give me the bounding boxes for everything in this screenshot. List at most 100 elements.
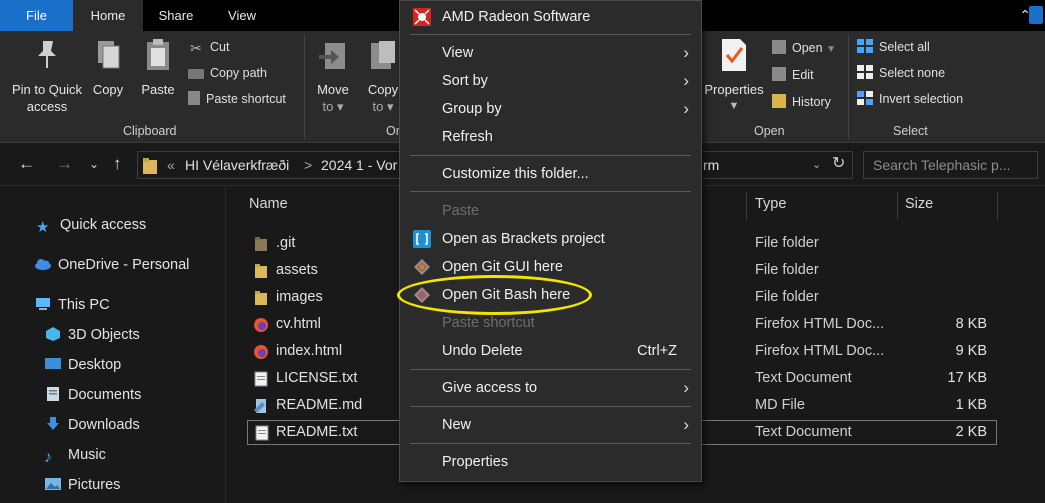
file-name: assets: [276, 262, 318, 278]
column-divider[interactable]: [997, 192, 998, 220]
select-all-label: Select all: [879, 40, 930, 54]
refresh-icon[interactable]: ↻: [832, 151, 845, 177]
menu-item-give-access[interactable]: Give access to ›: [400, 374, 701, 402]
cloud-icon: [35, 259, 51, 270]
select-none-button[interactable]: Select none: [857, 63, 945, 83]
file-type: Text Document: [755, 424, 852, 440]
invert-selection-button[interactable]: Invert selection: [857, 89, 963, 109]
properties-button[interactable]: Properties ▼: [702, 37, 766, 115]
firefox-icon: [254, 345, 268, 359]
select-group-label: Select: [893, 124, 928, 138]
paste-label: Paste: [141, 82, 175, 97]
file-name: cv.html: [276, 316, 321, 332]
pin-label-line2: access: [26, 99, 68, 114]
nav-music[interactable]: ♪ Music: [44, 444, 106, 466]
menu-item-label: Properties: [442, 454, 509, 470]
text-file-icon: [255, 425, 269, 441]
menu-item-label: Group by: [442, 101, 502, 117]
paste-shortcut-label: Paste shortcut: [206, 92, 286, 106]
menu-item-label: Open as Brackets project: [442, 231, 605, 247]
column-header-type[interactable]: Type: [755, 196, 786, 212]
move-to-button[interactable]: Move to ▾: [313, 37, 353, 115]
properties-dropdown-icon[interactable]: ▼: [702, 98, 766, 115]
menu-item-undo-delete[interactable]: Undo Delete Ctrl+Z: [400, 337, 701, 365]
clipboard-group-label: Clipboard: [123, 124, 177, 138]
nav-this-pc[interactable]: This PC: [34, 294, 110, 316]
edit-label: Edit: [792, 68, 814, 82]
tab-share[interactable]: Share: [143, 0, 209, 31]
copy-button[interactable]: Copy: [88, 37, 128, 98]
md-file-icon: [254, 399, 266, 413]
tab-home[interactable]: Home: [73, 0, 143, 31]
menu-item-view[interactable]: View ›: [400, 39, 701, 67]
select-none-icon: [857, 65, 873, 79]
menu-separator: [410, 443, 691, 444]
paste-icon: [147, 39, 169, 70]
nav-quick-access[interactable]: ★ Quick access: [36, 214, 146, 236]
nav-3d-objects[interactable]: 3D Objects: [44, 324, 140, 346]
nav-documents[interactable]: Documents: [44, 384, 141, 406]
help-icon[interactable]: [1029, 6, 1043, 24]
paste-shortcut-button[interactable]: Paste shortcut: [188, 89, 286, 109]
menu-item-paste[interactable]: Paste: [400, 197, 701, 225]
copy-path-label: Copy path: [210, 66, 267, 80]
menu-item-shortcut: Ctrl+Z: [637, 343, 677, 359]
up-arrow-icon[interactable]: ↑: [113, 154, 122, 174]
copy-to-label-1: Copy: [367, 82, 399, 97]
tab-file[interactable]: File: [0, 0, 73, 31]
copy-to-icon: [371, 41, 395, 69]
breadcrumb-2024-vor[interactable]: 2024 1 - Vor: [321, 152, 397, 178]
address-dropdown-icon[interactable]: ⌄: [812, 152, 821, 178]
menu-item-refresh[interactable]: Refresh: [400, 123, 701, 151]
cut-button[interactable]: ✂ Cut: [188, 37, 229, 57]
nav-downloads[interactable]: Downloads: [44, 414, 140, 436]
column-divider[interactable]: [746, 192, 747, 220]
menu-item-customize-folder[interactable]: Customize this folder...: [400, 160, 701, 188]
select-all-button[interactable]: Select all: [857, 37, 930, 57]
back-arrow-icon[interactable]: ←: [18, 154, 35, 174]
menu-item-sort-by[interactable]: Sort by ›: [400, 67, 701, 95]
ribbon-divider: [848, 35, 849, 139]
copy-to-button[interactable]: Copy to ▾: [365, 37, 401, 115]
open-button[interactable]: Open ▼: [772, 38, 836, 58]
menu-item-label: Open Git GUI here: [442, 259, 563, 275]
breadcrumb-separator[interactable]: >: [304, 152, 312, 178]
submenu-arrow-icon: ›: [683, 71, 689, 90]
column-header-name[interactable]: Name: [249, 196, 288, 212]
menu-item-new[interactable]: New ›: [400, 411, 701, 439]
invert-selection-icon: [857, 91, 873, 105]
edit-button[interactable]: Edit: [772, 65, 814, 85]
nav-label: Documents: [68, 387, 142, 403]
menu-item-group-by[interactable]: Group by ›: [400, 95, 701, 123]
text-file-icon: [254, 371, 268, 387]
history-icon: [772, 94, 786, 108]
menu-item-amd-radeon[interactable]: AMD Radeon Software: [400, 3, 701, 31]
nav-pictures[interactable]: Pictures: [44, 474, 120, 496]
history-button[interactable]: History: [772, 92, 831, 112]
search-input[interactable]: Search Telephasic p...: [863, 151, 1038, 179]
breadcrumb-overflow[interactable]: «: [167, 152, 175, 178]
cube-icon: [46, 327, 60, 341]
submenu-arrow-icon: ›: [683, 415, 689, 434]
copy-path-button[interactable]: Copy path: [188, 63, 267, 83]
download-arrow-icon: [47, 417, 59, 430]
menu-item-open-brackets[interactable]: Open as Brackets project: [400, 225, 701, 253]
column-header-size[interactable]: Size: [905, 196, 933, 212]
column-divider[interactable]: [897, 192, 898, 220]
nav-onedrive[interactable]: OneDrive - Personal: [34, 254, 189, 276]
file-type: Firefox HTML Doc...: [755, 316, 885, 332]
pin-to-quick-access-button[interactable]: Pin to Quick access: [8, 37, 86, 115]
menu-item-properties[interactable]: Properties: [400, 448, 701, 476]
nav-desktop[interactable]: Desktop: [44, 354, 121, 376]
documents-icon: [47, 387, 59, 401]
breadcrumb-hi-velaverkfraedi[interactable]: HI Vélaverkfræði: [185, 152, 289, 178]
recent-locations-chevron-icon[interactable]: ⌄: [89, 157, 99, 171]
tab-view[interactable]: View: [209, 0, 275, 31]
breadcrumb-current-tail[interactable]: rm: [703, 152, 719, 178]
menu-item-label: Customize this folder...: [442, 166, 589, 182]
forward-arrow-icon[interactable]: →: [56, 154, 73, 174]
file-type: Firefox HTML Doc...: [755, 343, 885, 359]
paste-button[interactable]: Paste: [137, 37, 179, 98]
nav-label: Downloads: [68, 417, 140, 433]
menu-item-paste-shortcut[interactable]: Paste shortcut: [400, 309, 701, 337]
